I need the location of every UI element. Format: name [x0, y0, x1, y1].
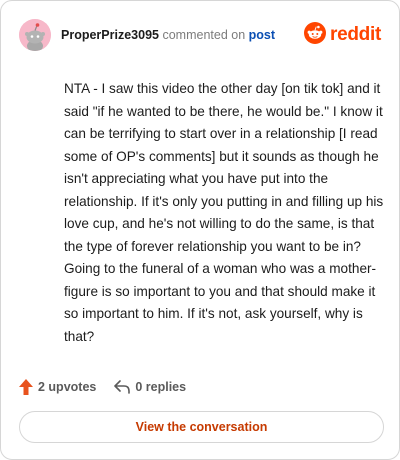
- reddit-logo-icon: [304, 21, 327, 49]
- replies-action[interactable]: 0 replies: [114, 380, 186, 394]
- comment-header: ProperPrize3095 commented on post reddit: [19, 19, 381, 51]
- comment-body: NTA - I saw this video the other day [on…: [64, 81, 384, 344]
- upvote-arrow-icon: [19, 379, 33, 395]
- reddit-wordmark: reddit: [330, 24, 381, 45]
- reply-arrow-icon: [114, 380, 131, 394]
- comment-card: ProperPrize3095 commented on post reddit: [0, 0, 400, 460]
- username[interactable]: ProperPrize3095: [61, 28, 159, 42]
- upvotes-count: 2 upvotes: [38, 380, 97, 394]
- action-text: commented on: [162, 28, 246, 42]
- comment-actions: 2 upvotes 0 replies: [19, 377, 186, 397]
- upvote-action[interactable]: 2 upvotes: [19, 379, 96, 395]
- replies-count: 0 replies: [135, 380, 187, 394]
- snoo-avatar-icon[interactable]: [19, 19, 51, 51]
- header-text: ProperPrize3095 commented on post: [61, 28, 275, 42]
- post-link[interactable]: post: [249, 28, 275, 42]
- view-conversation-button[interactable]: View the conversation: [19, 411, 384, 443]
- reddit-logo[interactable]: reddit: [304, 21, 381, 49]
